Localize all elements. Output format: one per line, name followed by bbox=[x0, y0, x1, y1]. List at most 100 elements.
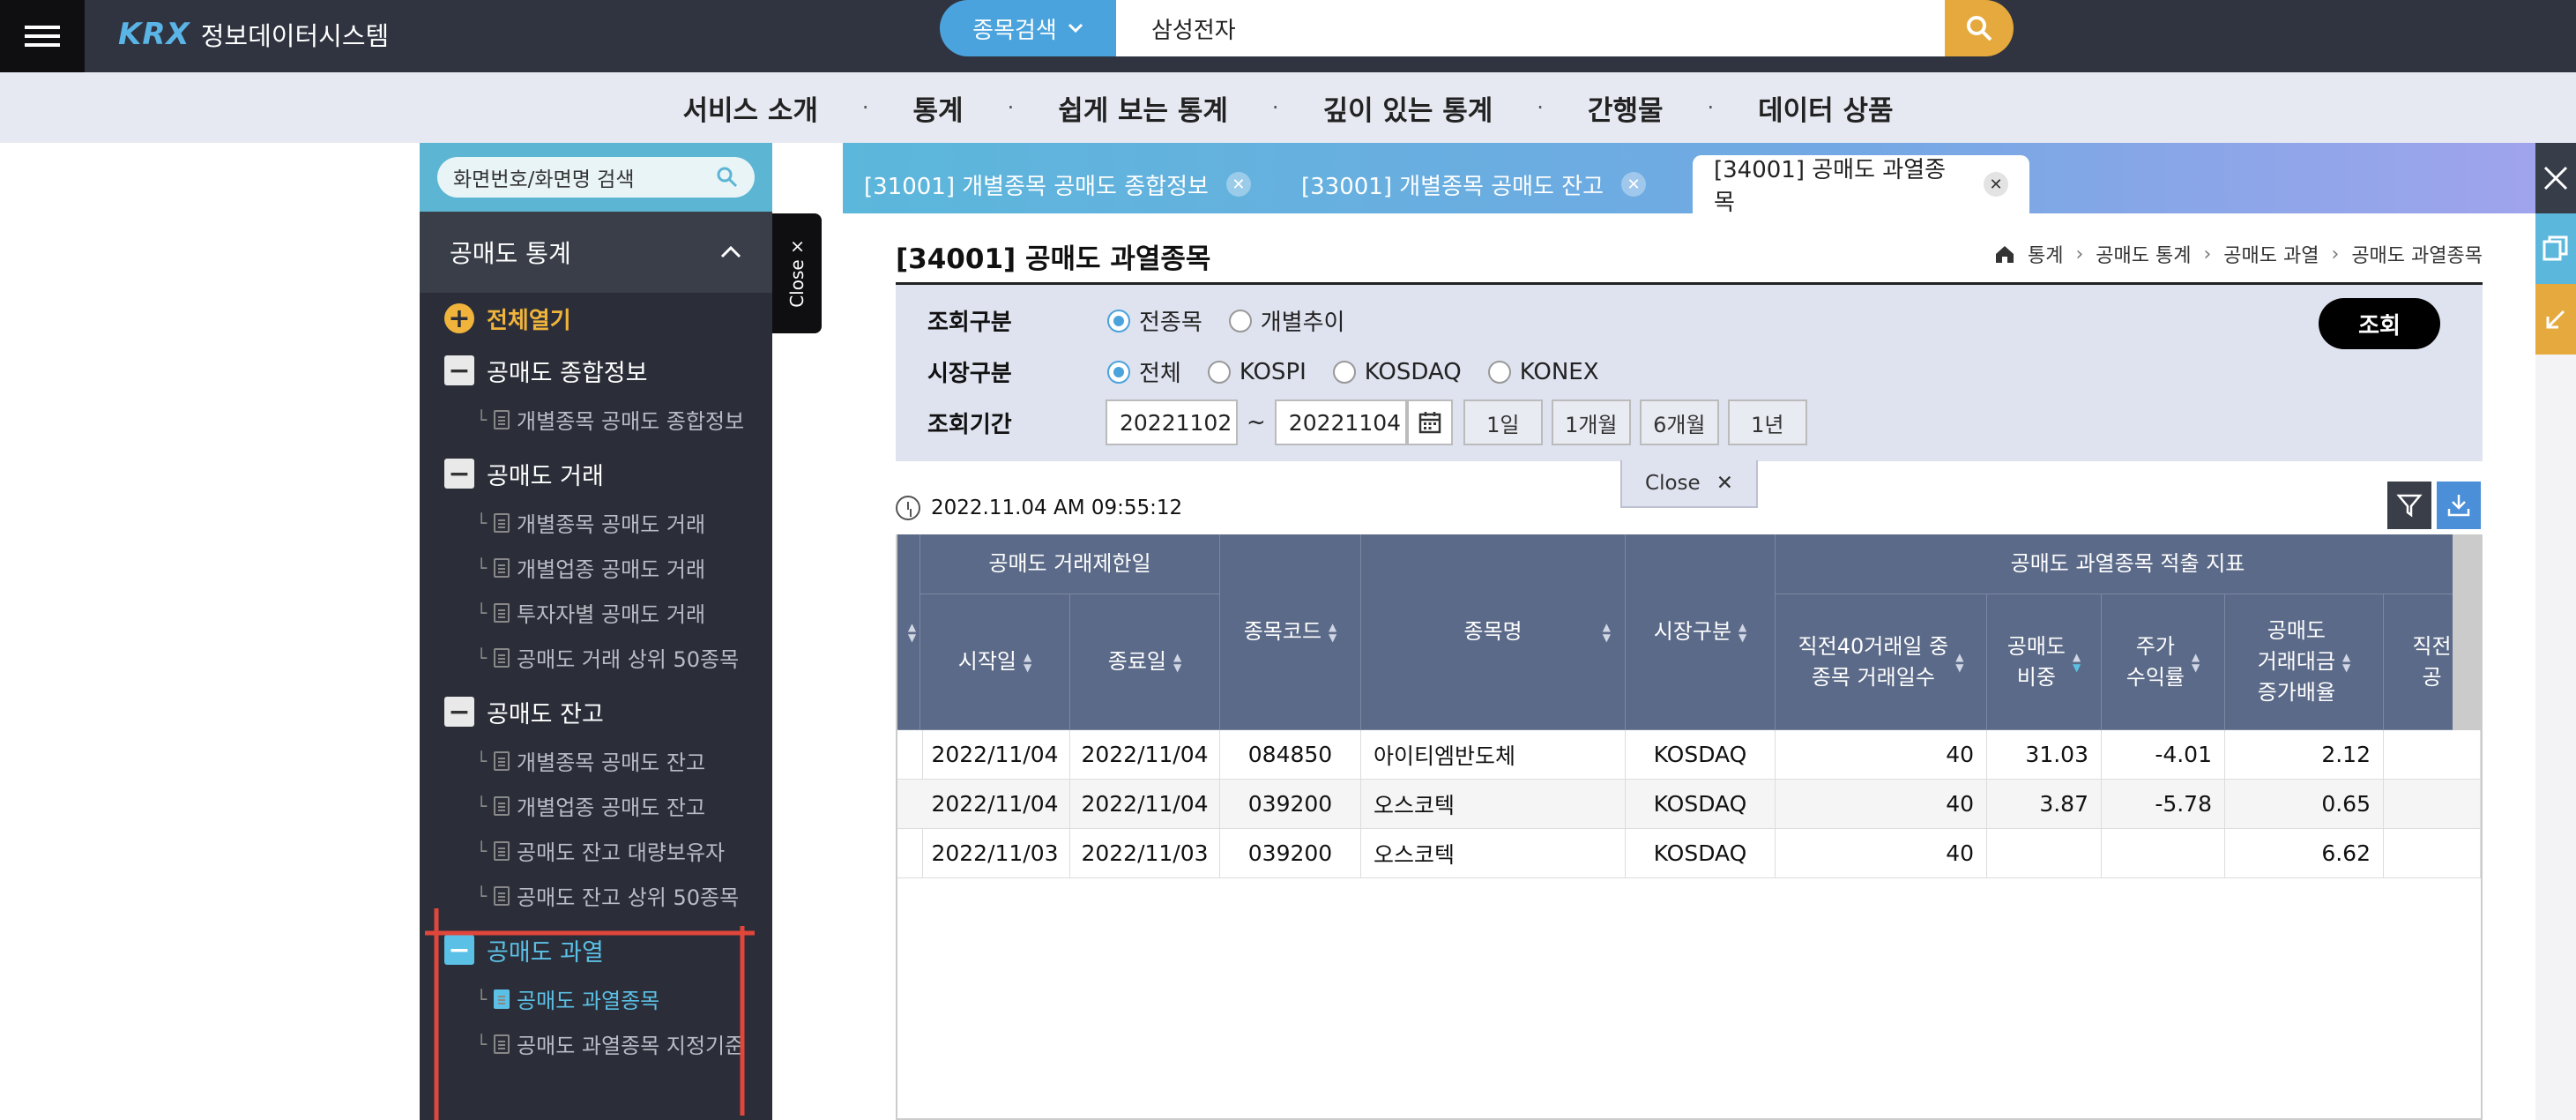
column-header-market[interactable]: 시장구분 ▲ ▼ bbox=[1626, 534, 1776, 730]
calendar-button[interactable] bbox=[1406, 399, 1453, 445]
download-button[interactable] bbox=[2437, 482, 2481, 529]
breadcrumb-item[interactable]: 공매도 통계 bbox=[2096, 240, 2191, 268]
sidebar-item[interactable]: └ 개별업종 공매도 잔고 bbox=[420, 783, 772, 828]
close-icon[interactable]: ✕ bbox=[1984, 172, 2008, 197]
period-1day-button[interactable]: 1일 bbox=[1463, 399, 1543, 445]
collapse-icon: − bbox=[444, 355, 474, 386]
table-cell: 6.62 bbox=[2225, 829, 2384, 878]
column-header-return[interactable]: 주가 수익률 ▲ ▼ bbox=[2102, 594, 2225, 730]
menu-item-service[interactable]: 서비스 소개 bbox=[682, 88, 817, 128]
column-header-name[interactable]: 종목명 ▲ ▼ bbox=[1361, 534, 1626, 730]
menu-item-data-products[interactable]: 데이터 상품 bbox=[1758, 88, 1893, 128]
period-1year-button[interactable]: 1년 bbox=[1727, 399, 1807, 445]
tab-31001[interactable]: [31001] 개별종목 공매도 종합정보 ✕ bbox=[843, 155, 1301, 213]
table-cell bbox=[1987, 829, 2102, 878]
close-all-button[interactable] bbox=[2535, 143, 2576, 213]
breadcrumb-item[interactable]: 공매도 과열종목 bbox=[2351, 240, 2483, 268]
menu-item-stats[interactable]: 통계 bbox=[913, 88, 964, 128]
close-icon[interactable]: ✕ bbox=[1621, 172, 1647, 197]
tab-34001[interactable]: [34001] 공매도 과열종목 ✕ bbox=[1693, 155, 2029, 216]
sidebar-item[interactable]: └ 개별종목 공매도 잔고 bbox=[420, 738, 772, 783]
radio-market-all[interactable]: 전체 bbox=[1107, 355, 1181, 388]
search-icon bbox=[1967, 16, 1992, 41]
table-cell: KOSDAQ bbox=[1626, 780, 1776, 829]
submit-query-button[interactable]: 조회 bbox=[2319, 298, 2440, 349]
table-cell: 40 bbox=[1776, 829, 1987, 878]
form-close-button[interactable]: Close ✕ bbox=[1620, 460, 1758, 508]
date-to-input[interactable]: 20221104 bbox=[1274, 399, 1407, 445]
home-icon[interactable] bbox=[1994, 244, 2015, 264]
table-scrollbar[interactable] bbox=[2453, 534, 2481, 730]
column-header-code[interactable]: 종목코드 ▲ ▼ bbox=[1220, 534, 1361, 730]
radio-kospi[interactable]: KOSPI bbox=[1207, 359, 1307, 385]
search-button[interactable] bbox=[1945, 0, 2014, 56]
radio-selected-icon bbox=[1107, 360, 1130, 384]
sidebar-group-overheat[interactable]: − 공매도 과열 bbox=[420, 923, 772, 976]
radio-icon bbox=[1228, 309, 1252, 332]
sidebar-group-trading[interactable]: − 공매도 거래 bbox=[420, 447, 772, 500]
sort-icon: ▲ ▼ bbox=[1955, 650, 1964, 674]
sort-icon: ▲ ▼ bbox=[2342, 650, 2351, 674]
radio-individual-trend[interactable]: 개별추이 bbox=[1228, 304, 1344, 337]
radio-konex[interactable]: KONEX bbox=[1487, 359, 1599, 385]
table-cell: KOSDAQ bbox=[1626, 829, 1776, 878]
date-from-input[interactable]: 20221102 bbox=[1106, 399, 1238, 445]
column-header-start-date[interactable]: 시작일 ▲ ▼ bbox=[920, 594, 1070, 730]
sidebar-group-balance[interactable]: − 공매도 잔고 bbox=[420, 685, 772, 738]
sidebar: 화면번호/화면명 검색 공매도 통계 + 전체열기 − 공매도 종합정보 └ 개별… bbox=[420, 143, 772, 1120]
table-cell: -4.01 bbox=[2102, 730, 2225, 780]
table-cell bbox=[2384, 730, 2481, 780]
sidebar-item[interactable]: └ 공매도 거래 상위 50종목 bbox=[420, 635, 772, 680]
sidebar-close-tab[interactable]: Close × bbox=[772, 213, 822, 333]
table-cell: 오스코텍 bbox=[1361, 780, 1626, 829]
form-close-label: Close bbox=[1645, 472, 1701, 495]
column-header-short-ratio[interactable]: 공매도 비중 ▲ ▼ bbox=[1987, 594, 2102, 730]
document-icon bbox=[494, 989, 510, 1009]
sidebar-item-label: 개별종목 공매도 잔고 bbox=[517, 750, 706, 775]
sidebar-item-label: 공매도 잔고 대량보유자 bbox=[517, 840, 726, 865]
radio-all-stocks[interactable]: 전종목 bbox=[1107, 304, 1202, 337]
sidebar-section-header[interactable]: 공매도 통계 bbox=[420, 212, 772, 293]
sort-icon: ▲ ▼ bbox=[2192, 650, 2200, 674]
multi-window-button[interactable] bbox=[2535, 213, 2576, 284]
filter-button[interactable] bbox=[2387, 482, 2431, 529]
search-type-label: 종목검색 bbox=[972, 17, 1057, 44]
search-icon[interactable] bbox=[716, 166, 739, 189]
tab-33001[interactable]: [33001] 개별종목 공매도 잔고 ✕ bbox=[1280, 155, 1689, 213]
sidebar-item[interactable]: └ 개별종목 공매도 종합정보 bbox=[420, 397, 772, 442]
menu-item-publications[interactable]: 간행물 bbox=[1588, 88, 1664, 128]
hamburger-menu-icon[interactable] bbox=[0, 0, 85, 72]
period-6month-button[interactable]: 6개월 bbox=[1639, 399, 1719, 445]
sidebar-search-input[interactable]: 화면번호/화면명 검색 bbox=[437, 157, 755, 198]
sidebar-item[interactable]: └ 공매도 잔고 상위 50종목 bbox=[420, 873, 772, 918]
breadcrumb-item[interactable]: 공매도 과열 bbox=[2223, 240, 2319, 268]
sidebar-item[interactable]: └ 공매도 잔고 대량보유자 bbox=[420, 828, 772, 873]
table-cell: -5.78 bbox=[2102, 780, 2225, 829]
breadcrumb-item[interactable]: 통계 bbox=[2028, 240, 2063, 268]
search-type-select[interactable]: 종목검색 bbox=[940, 0, 1116, 56]
sort-icon: ▲ ▼ bbox=[2073, 650, 2081, 674]
column-header-end-date[interactable]: 종료일 ▲ ▼ bbox=[1070, 594, 1220, 730]
sidebar-item-active[interactable]: └ 공매도 과열종목 bbox=[420, 976, 772, 1021]
collapse-icon: − bbox=[444, 459, 474, 489]
sidebar-item-label: 개별종목 공매도 종합정보 bbox=[517, 409, 745, 434]
sidebar-item[interactable]: └ 개별업종 공매도 거래 bbox=[420, 545, 772, 590]
sidebar-item[interactable]: └ 개별종목 공매도 거래 bbox=[420, 500, 772, 545]
close-icon[interactable]: ✕ bbox=[1225, 172, 1251, 197]
sidebar-item[interactable]: └ 투자자별 공매도 거래 bbox=[420, 590, 772, 635]
group-header-label: 공매도 과열종목 적출 지표 bbox=[2010, 551, 2245, 577]
sidebar-item[interactable]: └ 공매도 과열종목 지정기준 bbox=[420, 1021, 772, 1066]
open-all-button[interactable]: + 전체열기 bbox=[420, 293, 772, 344]
minimize-button[interactable] bbox=[2535, 284, 2576, 355]
radio-icon bbox=[1332, 360, 1356, 384]
search-input[interactable] bbox=[1116, 0, 1947, 56]
column-header-scroll[interactable]: ▲ ▼ bbox=[897, 534, 920, 730]
column-header-trading-days[interactable]: 직전40거래일 중 종목 거래일수 ▲ ▼ bbox=[1776, 594, 1987, 730]
sidebar-group-summary[interactable]: − 공매도 종합정보 bbox=[420, 344, 772, 397]
menu-item-easy-stats[interactable]: 쉽게 보는 통계 bbox=[1058, 88, 1228, 128]
menu-item-deep-stats[interactable]: 깊이 있는 통계 bbox=[1323, 88, 1493, 128]
logo[interactable]: KRX 정보데이터시스템 bbox=[118, 12, 389, 56]
column-header-amount-ratio[interactable]: 공매도 거래대금 증가배율 ▲ ▼ bbox=[2225, 594, 2384, 730]
radio-kosdaq[interactable]: KOSDAQ bbox=[1332, 359, 1462, 385]
period-1month-button[interactable]: 1개월 bbox=[1551, 399, 1631, 445]
